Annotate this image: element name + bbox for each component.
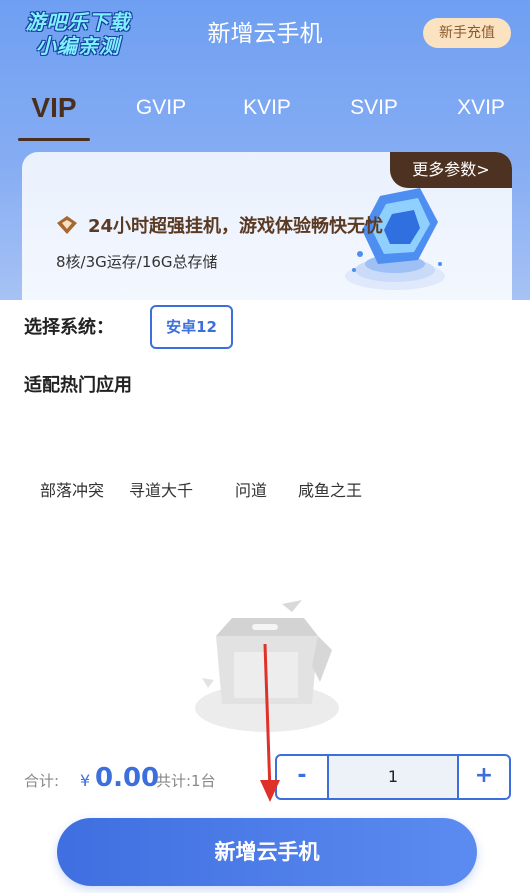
feature-line: 24小时超强挂机，游戏体验畅快无忧	[56, 210, 383, 240]
tab-gvip[interactable]: GVIP	[122, 88, 200, 128]
total-label: 合计:	[24, 772, 60, 790]
newbie-recharge-button[interactable]: 新手充值	[423, 18, 511, 48]
tab-xvip[interactable]: XVIP	[446, 88, 516, 128]
tab-kvip[interactable]: KVIP	[232, 88, 302, 128]
tab-svip[interactable]: SVIP	[338, 88, 410, 128]
total-amount: 0.00	[95, 763, 160, 793]
quantity-value[interactable]: 1	[329, 756, 457, 798]
tab-vip[interactable]: VIP	[18, 88, 90, 128]
feature-text: 24小时超强挂机，游戏体验畅快无忧	[88, 216, 384, 237]
annotation-arrow-icon	[260, 643, 280, 802]
app-item[interactable]: 部落冲突	[40, 478, 104, 504]
plan-tabs: VIP GVIP KVIP SVIP XVIP	[0, 88, 530, 138]
app-item[interactable]: 寻道大千	[129, 478, 193, 504]
app-item[interactable]: 咸鱼之王	[298, 478, 362, 504]
device-count: 共计:1台	[156, 772, 216, 790]
increase-button[interactable]: +	[457, 756, 509, 798]
apps-section-title: 适配热门应用	[24, 375, 132, 396]
quantity-stepper: - 1 +	[275, 754, 511, 800]
system-label: 选择系统：	[24, 317, 114, 338]
spec-text: 8核/3G运存/16G总存储	[56, 253, 218, 271]
plan-card: 更多参数> 24小时超强挂机，游戏体验畅快无忧 8核/3G运存/16G总存储	[22, 152, 512, 300]
app-item[interactable]: 问道	[235, 478, 267, 504]
currency-symbol: ¥	[80, 771, 91, 790]
add-cloud-phone-button[interactable]: 新增云手机	[57, 818, 477, 886]
active-tab-indicator	[18, 138, 90, 141]
diamond-icon	[57, 216, 77, 234]
system-option-android12[interactable]: 安卓12	[150, 305, 233, 349]
